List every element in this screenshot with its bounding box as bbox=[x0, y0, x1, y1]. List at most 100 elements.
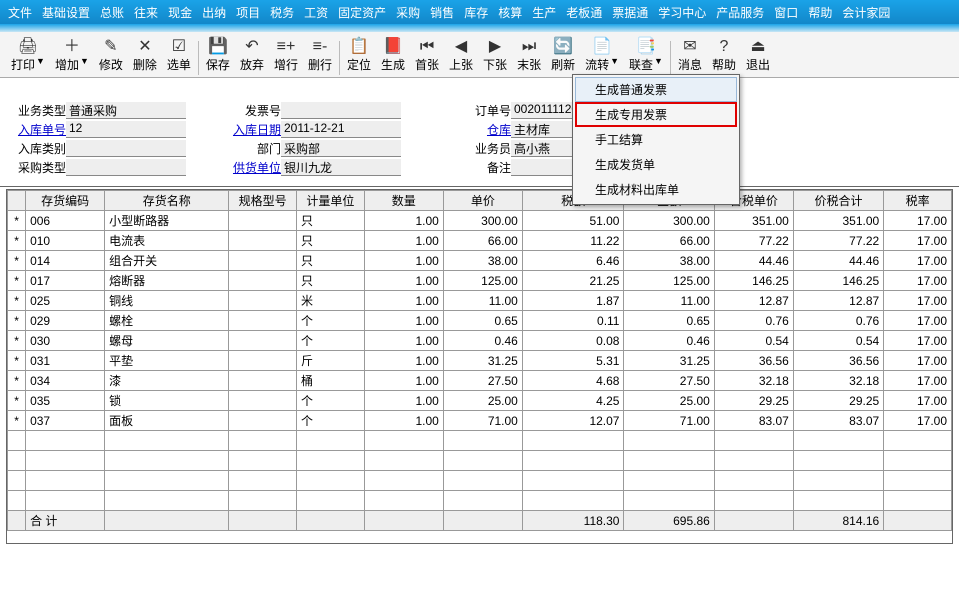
cell[interactable]: 0.08 bbox=[522, 331, 624, 351]
cell[interactable]: 006 bbox=[26, 211, 105, 231]
lbl-rkrq[interactable]: 入库日期 bbox=[225, 121, 281, 138]
menu-生产[interactable]: 生产 bbox=[532, 4, 556, 21]
menu-工资[interactable]: 工资 bbox=[304, 4, 328, 21]
cell[interactable]: 71.00 bbox=[624, 411, 714, 431]
tool-保存[interactable]: 💾保存 bbox=[201, 36, 235, 75]
cell[interactable]: 11.00 bbox=[624, 291, 714, 311]
menu-窗口[interactable]: 窗口 bbox=[774, 4, 798, 21]
cell[interactable]: 个 bbox=[297, 331, 365, 351]
cell[interactable]: 17.00 bbox=[884, 331, 952, 351]
cell[interactable]: 小型断路器 bbox=[105, 211, 229, 231]
menu-出纳[interactable]: 出纳 bbox=[202, 4, 226, 21]
cell[interactable]: 29.25 bbox=[793, 391, 883, 411]
table-row[interactable]: *029螺栓个1.000.650.110.650.760.7617.00 bbox=[8, 311, 952, 331]
tool-首张[interactable]: ⏮首张 bbox=[410, 36, 444, 75]
table-row[interactable]: *025铜线米1.0011.001.8711.0012.8712.8717.00 bbox=[8, 291, 952, 311]
menu-固定资产[interactable]: 固定资产 bbox=[338, 4, 386, 21]
cell[interactable]: 17.00 bbox=[884, 211, 952, 231]
table-row[interactable]: *010电流表只1.0066.0011.2266.0077.2277.2217.… bbox=[8, 231, 952, 251]
cell[interactable]: 71.00 bbox=[443, 411, 522, 431]
cell[interactable]: 12.87 bbox=[714, 291, 793, 311]
table-row[interactable]: *014组合开关只1.0038.006.4638.0044.4644.4617.… bbox=[8, 251, 952, 271]
table-row[interactable]: *034漆桶1.0027.504.6827.5032.1832.1817.00 bbox=[8, 371, 952, 391]
cell[interactable]: 6.46 bbox=[522, 251, 624, 271]
cell[interactable]: 1.00 bbox=[364, 311, 443, 331]
cell[interactable]: 面板 bbox=[105, 411, 229, 431]
cell[interactable]: 12.07 bbox=[522, 411, 624, 431]
tool-上张[interactable]: ◀上张 bbox=[444, 36, 478, 75]
tool-末张[interactable]: ⏭末张 bbox=[512, 36, 546, 75]
cell[interactable]: 12.87 bbox=[793, 291, 883, 311]
cell[interactable]: 030 bbox=[26, 331, 105, 351]
menu-会计家园[interactable]: 会计家园 bbox=[842, 4, 890, 21]
cell[interactable]: 51.00 bbox=[522, 211, 624, 231]
cell[interactable]: 个 bbox=[297, 411, 365, 431]
tool-修改[interactable]: ✎修改 bbox=[94, 36, 128, 75]
cell[interactable]: 0.65 bbox=[443, 311, 522, 331]
menu-基础设置[interactable]: 基础设置 bbox=[42, 4, 90, 21]
cell[interactable]: 44.46 bbox=[793, 251, 883, 271]
table-row-empty[interactable] bbox=[8, 431, 952, 451]
cell[interactable]: 只 bbox=[297, 231, 365, 251]
cell[interactable]: * bbox=[8, 331, 26, 351]
cell[interactable]: 1.00 bbox=[364, 291, 443, 311]
table-row-empty[interactable] bbox=[8, 451, 952, 471]
cell[interactable] bbox=[229, 291, 297, 311]
cell[interactable]: * bbox=[8, 271, 26, 291]
cell[interactable]: 米 bbox=[297, 291, 365, 311]
cell[interactable]: 0.65 bbox=[624, 311, 714, 331]
tool-消息[interactable]: ✉消息 bbox=[673, 36, 707, 75]
cell[interactable]: * bbox=[8, 391, 26, 411]
dropdown-item-4[interactable]: 生成材料出库单 bbox=[575, 177, 737, 202]
cell[interactable] bbox=[229, 371, 297, 391]
cell[interactable] bbox=[229, 271, 297, 291]
cell[interactable]: 铜线 bbox=[105, 291, 229, 311]
cell[interactable]: 个 bbox=[297, 391, 365, 411]
tool-增行[interactable]: ≡+增行 bbox=[269, 36, 303, 75]
cell[interactable]: 83.07 bbox=[714, 411, 793, 431]
menu-销售[interactable]: 销售 bbox=[430, 4, 454, 21]
cell[interactable]: 146.25 bbox=[714, 271, 793, 291]
menu-票据通[interactable]: 票据通 bbox=[612, 4, 648, 21]
cell[interactable]: 只 bbox=[297, 251, 365, 271]
cell[interactable]: 36.56 bbox=[793, 351, 883, 371]
cell[interactable]: 83.07 bbox=[793, 411, 883, 431]
cell[interactable]: 0.76 bbox=[714, 311, 793, 331]
cell[interactable]: 17.00 bbox=[884, 271, 952, 291]
table-row[interactable]: *006小型断路器只1.00300.0051.00300.00351.00351… bbox=[8, 211, 952, 231]
col-11[interactable]: 税率 bbox=[884, 191, 952, 211]
table-row-empty[interactable] bbox=[8, 491, 952, 511]
cell[interactable]: 0.54 bbox=[793, 331, 883, 351]
cell[interactable]: 1.00 bbox=[364, 351, 443, 371]
cell[interactable]: 034 bbox=[26, 371, 105, 391]
cell[interactable]: 351.00 bbox=[793, 211, 883, 231]
dropdown-item-1[interactable]: 生成专用发票 bbox=[575, 102, 737, 127]
cell[interactable]: 1.87 bbox=[522, 291, 624, 311]
tool-生成[interactable]: 📕生成 bbox=[376, 36, 410, 75]
cell[interactable]: 17.00 bbox=[884, 411, 952, 431]
col-1[interactable]: 存货编码 bbox=[26, 191, 105, 211]
cell[interactable]: * bbox=[8, 371, 26, 391]
tool-打印[interactable]: 🖨打印▼ bbox=[6, 36, 50, 75]
cell[interactable]: 0.46 bbox=[443, 331, 522, 351]
cell[interactable]: 4.25 bbox=[522, 391, 624, 411]
dropdown-item-0[interactable]: 生成普通发票 bbox=[575, 77, 737, 102]
cell[interactable]: 66.00 bbox=[443, 231, 522, 251]
cell[interactable]: 037 bbox=[26, 411, 105, 431]
cell[interactable]: 77.22 bbox=[793, 231, 883, 251]
cell[interactable]: 0.54 bbox=[714, 331, 793, 351]
table-row[interactable]: *017熔断器只1.00125.0021.25125.00146.25146.2… bbox=[8, 271, 952, 291]
menu-库存[interactable]: 库存 bbox=[464, 4, 488, 21]
cell[interactable]: 31.25 bbox=[443, 351, 522, 371]
cell[interactable]: 1.00 bbox=[364, 251, 443, 271]
tool-联查[interactable]: 📑联查▼ bbox=[624, 36, 668, 75]
cell[interactable]: 38.00 bbox=[443, 251, 522, 271]
cell[interactable]: 029 bbox=[26, 311, 105, 331]
cell[interactable]: * bbox=[8, 231, 26, 251]
cell[interactable]: 17.00 bbox=[884, 351, 952, 371]
cell[interactable]: * bbox=[8, 211, 26, 231]
cell[interactable]: 0.76 bbox=[793, 311, 883, 331]
cell[interactable]: 77.22 bbox=[714, 231, 793, 251]
col-5[interactable]: 数量 bbox=[364, 191, 443, 211]
cell[interactable]: 熔断器 bbox=[105, 271, 229, 291]
